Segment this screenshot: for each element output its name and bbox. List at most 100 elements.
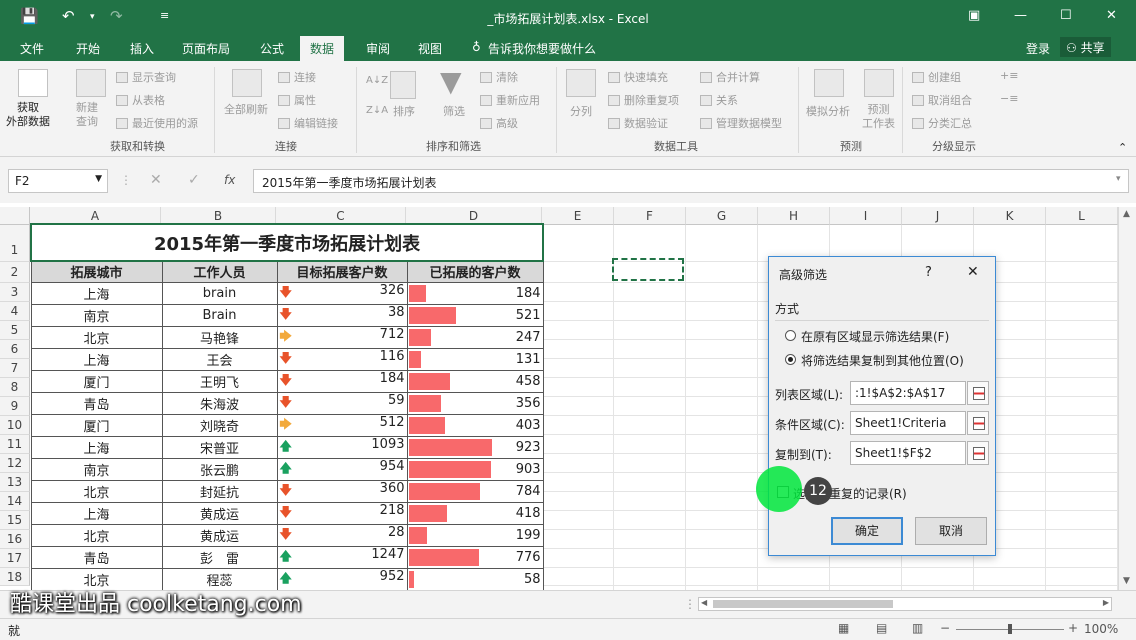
- header-target[interactable]: 目标拓展客户数: [276, 260, 408, 283]
- tell-me-search[interactable]: 告诉我你想要做什么: [488, 40, 596, 57]
- row-header-18[interactable]: 18: [0, 568, 30, 586]
- cell-city[interactable]: 上海: [30, 435, 163, 459]
- cell-staff[interactable]: 王明飞: [161, 369, 278, 393]
- clear-button[interactable]: 清除: [480, 69, 518, 85]
- tab-home[interactable]: 开始: [76, 40, 100, 57]
- cell-city[interactable]: 青岛: [30, 545, 163, 569]
- what-if-button[interactable]: 模拟分析: [806, 103, 850, 119]
- minimize-icon[interactable]: —: [1014, 8, 1027, 23]
- sheet-title[interactable]: 2015年第一季度市场拓展计划表: [29, 223, 545, 262]
- cancel-icon[interactable]: ✕: [150, 172, 162, 188]
- enter-icon[interactable]: ✓: [188, 172, 200, 188]
- cell-city[interactable]: 北京: [30, 325, 163, 349]
- cell-target[interactable]: 🡅 1247: [276, 545, 408, 569]
- radio-filter-in-place[interactable]: [785, 330, 796, 341]
- cell-staff[interactable]: Brain: [161, 303, 278, 327]
- row-header-13[interactable]: 13: [0, 473, 30, 492]
- new-query-button[interactable]: 新建 查询: [76, 101, 98, 129]
- option-filter-in-place-label[interactable]: 在原有区域显示筛选结果(F): [801, 328, 949, 345]
- row-header-14[interactable]: 14: [0, 492, 30, 511]
- cell-done[interactable]: 247: [406, 325, 544, 349]
- forecast-sheet-button[interactable]: 预测 工作表: [862, 103, 895, 131]
- cell-target[interactable]: 🡇 28: [276, 523, 408, 547]
- cell-done[interactable]: 58: [406, 567, 544, 591]
- cell-done[interactable]: 521: [406, 303, 544, 327]
- cell-target[interactable]: 🡇 116: [276, 347, 408, 371]
- cell-city[interactable]: 南京: [30, 303, 163, 327]
- cell-staff[interactable]: 黄成运: [161, 501, 278, 525]
- sort-za-icon[interactable]: Z↓A: [366, 105, 388, 116]
- collapse-ribbon-icon[interactable]: ⌃: [1118, 141, 1127, 154]
- cell-city[interactable]: 青岛: [30, 391, 163, 415]
- tab-insert[interactable]: 插入: [130, 40, 154, 57]
- scroll-right-icon[interactable]: ▶: [1103, 598, 1109, 607]
- row-header-4[interactable]: 4: [0, 302, 30, 321]
- flash-fill-button[interactable]: 快速填充: [608, 69, 668, 85]
- ribbon-options-icon[interactable]: ▣: [968, 8, 980, 23]
- insert-function-icon[interactable]: fx: [224, 173, 235, 187]
- properties-button[interactable]: 属性: [278, 92, 316, 108]
- row-header-2[interactable]: 2: [0, 262, 30, 283]
- cell-target[interactable]: 🡅 1093: [276, 435, 408, 459]
- tab-view[interactable]: 视图: [418, 40, 442, 57]
- consolidate-button[interactable]: 合并计算: [700, 69, 760, 85]
- column-header-H[interactable]: H: [758, 207, 830, 225]
- cell-city[interactable]: 厦门: [30, 369, 163, 393]
- cell-staff[interactable]: 封延抗: [161, 479, 278, 503]
- name-box-dropdown-icon[interactable]: ▼: [95, 174, 102, 184]
- data-validation-button[interactable]: 数据验证: [608, 115, 668, 131]
- name-box[interactable]: F2 ▼: [8, 169, 108, 193]
- option-copy-to-location-label[interactable]: 将筛选结果复制到其他位置(O): [801, 352, 964, 369]
- row-header-11[interactable]: 11: [0, 435, 30, 454]
- sort-az-icon[interactable]: A↓Z: [366, 75, 388, 86]
- share-button[interactable]: ⚇ 共享: [1060, 37, 1111, 57]
- group-button[interactable]: 创建组: [912, 69, 961, 85]
- row-header-6[interactable]: 6: [0, 340, 30, 359]
- page-layout-view-icon[interactable]: ▤: [876, 621, 887, 635]
- cell-staff[interactable]: 王会: [161, 347, 278, 371]
- cell-staff[interactable]: 彭 雷: [161, 545, 278, 569]
- cell-city[interactable]: 厦门: [30, 413, 163, 437]
- row-header-9[interactable]: 9: [0, 397, 30, 416]
- row-header-5[interactable]: 5: [0, 321, 30, 340]
- cell-done[interactable]: 903: [406, 457, 544, 481]
- cell-done[interactable]: 458: [406, 369, 544, 393]
- close-icon[interactable]: ✕: [1106, 8, 1117, 23]
- edit-links-button[interactable]: 编辑链接: [278, 115, 338, 131]
- cell-city[interactable]: 上海: [30, 347, 163, 371]
- tab-data[interactable]: 数据: [300, 36, 345, 61]
- zoom-in-icon[interactable]: +: [1068, 621, 1078, 635]
- cell-target[interactable]: 🡇 59: [276, 391, 408, 415]
- row-header-16[interactable]: 16: [0, 530, 30, 549]
- cell-target[interactable]: 🡆 712: [276, 325, 408, 349]
- maximize-icon[interactable]: ☐: [1060, 8, 1072, 23]
- cell-done[interactable]: 184: [406, 281, 544, 305]
- row-header-15[interactable]: 15: [0, 511, 30, 530]
- row-header-12[interactable]: 12: [0, 454, 30, 473]
- cell-staff[interactable]: brain: [161, 281, 278, 305]
- scroll-thumb[interactable]: [713, 600, 893, 608]
- row-header-3[interactable]: 3: [0, 283, 30, 302]
- dialog-close-icon[interactable]: ✕: [967, 264, 979, 280]
- cell-target[interactable]: 🡇 38: [276, 303, 408, 327]
- cell-target[interactable]: 🡇 360: [276, 479, 408, 503]
- row-header-1[interactable]: 1: [0, 225, 30, 262]
- scroll-down-icon[interactable]: ▼: [1123, 576, 1130, 586]
- cell-target[interactable]: 🡅 954: [276, 457, 408, 481]
- row-header-7[interactable]: 7: [0, 359, 30, 378]
- zoom-slider-thumb[interactable]: [1008, 624, 1012, 634]
- ungroup-button[interactable]: 取消组合: [912, 92, 972, 108]
- header-city[interactable]: 拓展城市: [30, 260, 163, 283]
- formula-input[interactable]: 2015年第一季度市场拓展计划表: [253, 169, 1129, 193]
- zoom-out-icon[interactable]: −: [940, 621, 950, 635]
- cell-staff[interactable]: 张云鹏: [161, 457, 278, 481]
- subtotal-button[interactable]: 分类汇总: [912, 115, 972, 131]
- cell-staff[interactable]: 刘晓奇: [161, 413, 278, 437]
- column-header-E[interactable]: E: [542, 207, 614, 225]
- from-table-button[interactable]: 从表格: [116, 92, 165, 108]
- cell-done[interactable]: 776: [406, 545, 544, 569]
- text-to-columns-button[interactable]: 分列: [570, 103, 592, 119]
- login-link[interactable]: 登录: [1026, 40, 1050, 57]
- cell-staff[interactable]: 黄成运: [161, 523, 278, 547]
- tab-split-icon[interactable]: ⋮: [684, 597, 696, 611]
